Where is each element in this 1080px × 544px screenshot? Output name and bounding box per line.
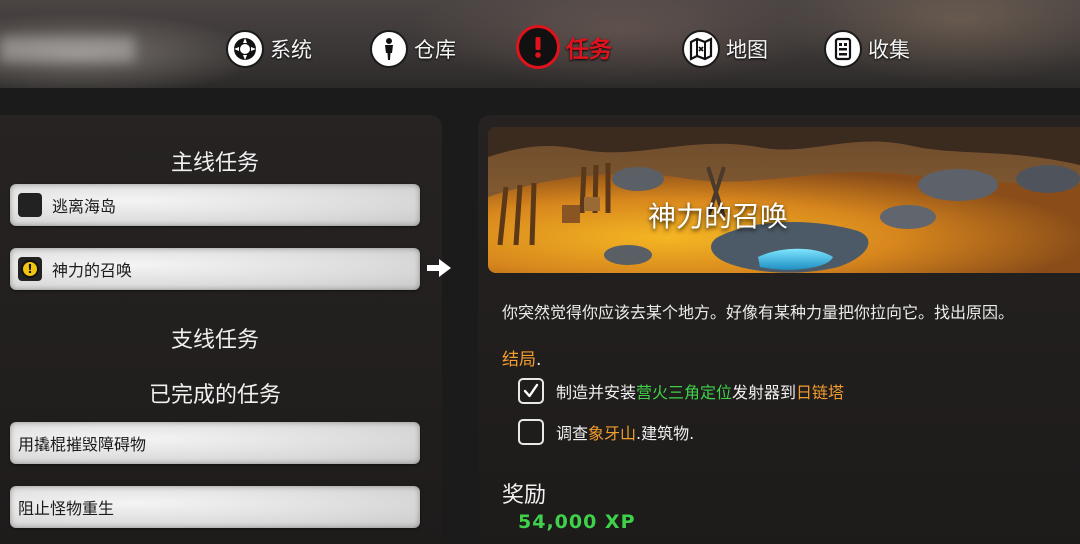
ending-label-text: 结局 xyxy=(502,350,536,370)
objective-checkbox-checked xyxy=(518,378,544,404)
objective-item: 调查象牙山.建筑物. xyxy=(518,418,694,446)
quest-item-label: 阻止怪物重生 xyxy=(18,499,115,518)
nav-tab-label: 地图 xyxy=(726,38,768,62)
map-icon xyxy=(682,30,720,68)
quest-item-label: 神力的召唤 xyxy=(52,261,133,280)
objective-text: 调查象牙山.建筑物. xyxy=(556,424,695,443)
quest-item-completed[interactable]: 用撬棍摧毁障碍物 xyxy=(10,422,420,464)
top-bar: 系统 仓库 任务 地图 收集 xyxy=(0,0,1080,88)
quest-description: 你突然觉得你应该去某个地方。好像有某种力量把你拉向它。找出原因。 xyxy=(502,303,1015,322)
ending-label-suffix: . xyxy=(536,350,542,370)
side-quests-heading: 支线任务 xyxy=(170,328,259,353)
quest-item-label: 逃离海岛 xyxy=(52,197,117,216)
main-nav: 系统 仓库 任务 地图 收集 xyxy=(0,25,1080,70)
main-quests-heading: 主线任务 xyxy=(170,151,259,176)
system-icon xyxy=(226,30,264,68)
checkmark-icon xyxy=(523,383,539,398)
quest-alert-icon: ! xyxy=(21,260,39,278)
nav-tab-label: 收集 xyxy=(868,38,910,62)
nav-tab-system[interactable]: 系统 xyxy=(226,28,312,70)
quest-banner-image: 神力的召唤 xyxy=(488,127,1080,273)
quest-alert-icon xyxy=(516,25,560,69)
quest-item-completed[interactable]: 阻止怪物重生 xyxy=(10,486,420,528)
reward-heading: 奖励 xyxy=(502,483,547,508)
reward-xp-value: 54,000 XP xyxy=(518,511,636,533)
quest-status-box: ! xyxy=(18,257,42,281)
nav-tab-map[interactable]: 地图 xyxy=(682,28,768,70)
nav-tab-quests[interactable]: 任务 xyxy=(516,25,612,69)
quest-detail-title: 神力的召唤 xyxy=(647,200,788,233)
nav-tab-label: 任务 xyxy=(566,37,612,63)
quest-item-label: 用撬棍摧毁障碍物 xyxy=(18,435,147,454)
nav-tab-collection[interactable]: 收集 xyxy=(824,28,910,70)
quest-item-divine-call[interactable]: ! 神力的召唤 xyxy=(10,248,420,290)
nav-tab-label: 系统 xyxy=(270,38,312,62)
objective-checkbox-unchecked xyxy=(518,419,544,445)
quest-detail-panel: 神力的召唤 你突然觉得你应该去某个地方。好像有某种力量把你拉向它。找出原因。 结… xyxy=(478,115,1080,544)
collection-icon xyxy=(824,30,862,68)
character-icon xyxy=(370,30,408,68)
nav-tab-label: 仓库 xyxy=(414,38,456,62)
selected-arrow-icon xyxy=(427,259,451,277)
quest-status-box xyxy=(18,193,42,217)
ending-label: 结局. xyxy=(502,345,541,370)
nav-tab-inventory[interactable]: 仓库 xyxy=(370,28,456,70)
quest-item-escape-island[interactable]: 逃离海岛 xyxy=(10,184,420,226)
completed-quests-heading: 已完成的任务 xyxy=(148,383,281,408)
objective-item: 制造并安装营火三角定位发射器到日链塔 xyxy=(518,377,844,405)
objective-text: 制造并安装营火三角定位发射器到日链塔 xyxy=(556,383,845,402)
quest-list-panel: 主线任务 逃离海岛 ! 神力的召唤 支线任务 已完成的任务 用撬棍摧毁障碍物 阻… xyxy=(0,115,442,544)
